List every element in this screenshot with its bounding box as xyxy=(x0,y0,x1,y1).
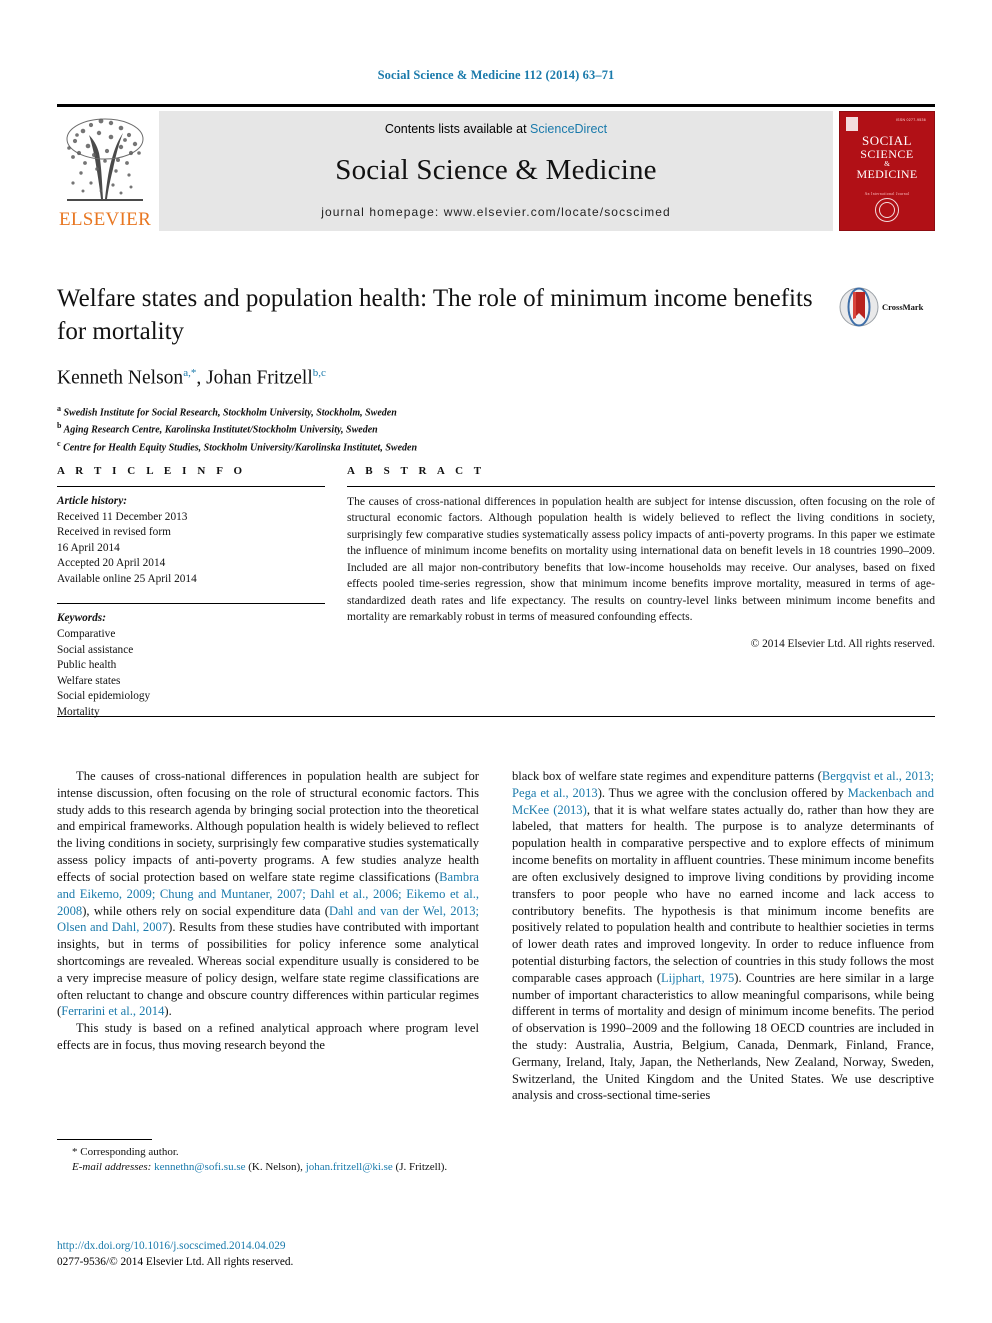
cover-title-line1: SOCIAL xyxy=(862,133,912,148)
footnote-block: * Corresponding author. E-mail addresses… xyxy=(57,1139,479,1175)
affiliation-item: b Aging Research Centre, Karolinska Inst… xyxy=(57,420,935,438)
page-title: Welfare states and population health: Th… xyxy=(57,285,813,345)
author-list: Kenneth Nelsona,*, Johan Fritzellb,c xyxy=(57,367,326,389)
cover-elsevier-icon xyxy=(846,117,858,131)
masthead-band: Contents lists available at ScienceDirec… xyxy=(159,111,833,231)
body-text-run: black box of welfare state regimes and e… xyxy=(512,769,822,783)
journal-homepage[interactable]: journal homepage: www.elsevier.com/locat… xyxy=(321,205,671,219)
history-item: Received 11 December 2013 xyxy=(57,510,188,523)
title-block: Welfare states and population health: Th… xyxy=(57,283,935,456)
body-column-left: The causes of cross-national differences… xyxy=(57,768,479,1104)
body-text-run: ), while others rely on social expenditu… xyxy=(82,903,329,918)
email-owner-1: (K. Nelson), xyxy=(248,1160,303,1173)
body-text-run: ). Thus we agree with the conclusion off… xyxy=(597,785,848,800)
abstract-heading: A B S T R A C T xyxy=(347,465,486,477)
email-label: E-mail addresses: xyxy=(72,1160,152,1173)
journal-title: Social Science & Medicine xyxy=(335,154,657,186)
masthead-top-rule xyxy=(57,104,935,107)
article-info-heading: A R T I C L E I N F O xyxy=(57,465,247,477)
cover-seal-icon xyxy=(875,198,899,222)
article-history: Article history: Received 11 December 20… xyxy=(57,494,325,587)
crossmark-badge[interactable]: CrossMark xyxy=(839,283,935,331)
keyword-item: Public health xyxy=(57,659,117,672)
corresponding-author-note: * Corresponding author. xyxy=(72,1146,179,1158)
email-addresses-note: E-mail addresses: kennethn@sofi.su.se (K… xyxy=(57,1160,479,1175)
abstract-copyright: © 2014 Elsevier Ltd. All rights reserved… xyxy=(750,637,935,650)
cover-subtitle: An International Journal xyxy=(864,192,910,196)
keywords-rule xyxy=(57,603,325,605)
doi-link[interactable]: http://dx.doi.org/10.1016/j.socscimed.20… xyxy=(57,1240,286,1252)
affiliation-text: Centre for Health Equity Studies, Stockh… xyxy=(63,442,418,454)
history-item: Received in revised form xyxy=(57,526,171,539)
paper-page: Social Science & Medicine 112 (2014) 63–… xyxy=(0,0,992,1323)
abstract-text: The causes of cross-national differences… xyxy=(347,495,935,624)
crossmark-label: CrossMark xyxy=(882,302,924,312)
elsevier-tree-icon xyxy=(66,118,144,201)
keyword-item: Welfare states xyxy=(57,674,121,687)
elsevier-logo: ELSEVIER xyxy=(57,111,153,231)
cover-title-line3: MEDICINE xyxy=(856,167,918,182)
history-item: Accepted 20 April 2014 xyxy=(57,557,166,570)
affiliation-mark: c xyxy=(57,439,61,449)
keywords-label: Keywords: xyxy=(57,612,106,625)
author-name-2: Johan Fritzell xyxy=(206,367,313,389)
body-paragraph: black box of welfare state regimes and e… xyxy=(512,768,934,1104)
history-item: Available online 25 April 2014 xyxy=(57,572,197,585)
author-marks-1: a,* xyxy=(183,367,197,379)
article-info-column: A R T I C L E I N F O Article history: R… xyxy=(57,465,325,721)
footnote-rule xyxy=(57,1139,152,1140)
author-name-1: Kenneth Nelson xyxy=(57,367,184,389)
history-item: 16 April 2014 xyxy=(57,541,120,554)
cover-issn-label: ISSN 0277-9536 xyxy=(895,118,926,122)
citation-link[interactable]: Lijphart, 1975 xyxy=(661,971,734,985)
contents-list-line: Contents lists available at ScienceDirec… xyxy=(385,122,607,136)
body-paragraph: This study is based on a refined analyti… xyxy=(57,1021,479,1052)
email-link-2[interactable]: johan.fritzell@ki.se xyxy=(306,1161,393,1173)
contents-prefix: Contents lists available at xyxy=(384,122,531,136)
affiliation-mark: b xyxy=(57,421,62,431)
email-link-1[interactable]: kennethn@sofi.su.se xyxy=(154,1161,245,1173)
body-columns: The causes of cross-national differences… xyxy=(57,768,935,1104)
sciencedirect-link[interactable]: ScienceDirect xyxy=(530,122,607,136)
body-paragraph: The causes of cross-national differences… xyxy=(57,768,479,1020)
issn-copyright-line: 0277-9536/© 2014 Elsevier Ltd. All right… xyxy=(57,1256,294,1269)
affiliation-list: a Swedish Institute for Social Research,… xyxy=(57,403,935,456)
keyword-item: Comparative xyxy=(57,628,116,641)
affiliation-item: c Centre for Health Equity Studies, Stoc… xyxy=(57,438,935,456)
journal-cover-thumbnail: ISSN 0277-9536 SOCIAL SCIENCE & MEDICINE… xyxy=(839,111,935,231)
keywords-list: Keywords: Comparative Social assistance … xyxy=(57,611,325,720)
abstract-rule xyxy=(347,486,935,487)
elsevier-wordmark: ELSEVIER xyxy=(58,209,152,230)
article-info-rule xyxy=(57,486,325,487)
info-block-bottom-rule xyxy=(57,716,935,717)
body-text-run: , that it is what welfare states actuall… xyxy=(512,802,934,985)
body-text-run: ). Countries are here similar in a large… xyxy=(512,970,934,1103)
doi-block: http://dx.doi.org/10.1016/j.socscimed.20… xyxy=(57,1238,557,1271)
author-marks-2: b,c xyxy=(312,367,326,379)
body-column-right: black box of welfare state regimes and e… xyxy=(512,768,934,1104)
affiliation-text: Swedish Institute for Social Research, S… xyxy=(63,406,397,418)
body-text-run: ). xyxy=(164,1004,172,1019)
affiliation-item: a Swedish Institute for Social Research,… xyxy=(57,403,935,421)
email-owner-2: (J. Fritzell). xyxy=(395,1160,448,1173)
keyword-item: Mortality xyxy=(57,705,100,718)
keyword-item: Social assistance xyxy=(57,643,134,656)
affiliation-text: Aging Research Centre, Karolinska Instit… xyxy=(63,424,378,436)
crossmark-icon xyxy=(839,287,879,327)
abstract-column: A B S T R A C T The causes of cross-nati… xyxy=(347,465,935,721)
keyword-item: Social epidemiology xyxy=(57,690,151,703)
citation-link[interactable]: Ferrarini et al., 2014 xyxy=(61,1004,164,1018)
affiliation-mark: a xyxy=(57,403,61,413)
article-history-label: Article history: xyxy=(57,495,127,507)
cover-title: SOCIAL SCIENCE & MEDICINE xyxy=(840,134,934,181)
body-text-run: The causes of cross-national differences… xyxy=(57,769,479,884)
info-abstract-block: A R T I C L E I N F O Article history: R… xyxy=(57,465,935,721)
running-head: Social Science & Medicine 112 (2014) 63–… xyxy=(377,68,615,82)
journal-masthead: ELSEVIER Contents lists available at Sci… xyxy=(57,104,935,231)
